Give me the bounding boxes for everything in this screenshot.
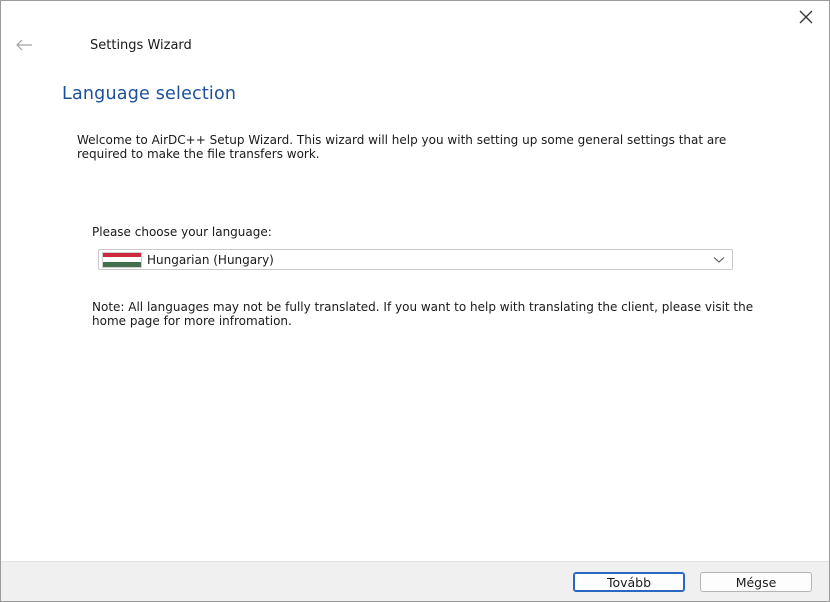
language-label: Please choose your language: [92,225,272,239]
close-button[interactable] [793,5,819,29]
intro-text: Welcome to AirDC++ Setup Wizard. This wi… [77,133,727,161]
back-arrow-icon [16,39,32,51]
language-dropdown[interactable]: Hungarian (Hungary) [98,249,733,270]
wizard-footer: Tovább Mégse [1,561,829,601]
flag-stripe-green [103,261,141,267]
translation-note: Note: All languages may not be fully tra… [92,300,754,328]
wizard-window: Settings Wizard Language selection Welco… [0,0,830,602]
wizard-title: Settings Wizard [90,38,192,53]
next-button[interactable]: Tovább [573,572,685,592]
cancel-button[interactable]: Mégse [700,572,812,592]
page-heading: Language selection [62,84,237,104]
hungary-flag-icon [103,252,141,267]
close-icon [799,10,813,24]
language-selected-value: Hungarian (Hungary) [147,252,274,267]
chevron-down-icon[interactable] [712,254,726,266]
back-button[interactable] [11,33,37,57]
